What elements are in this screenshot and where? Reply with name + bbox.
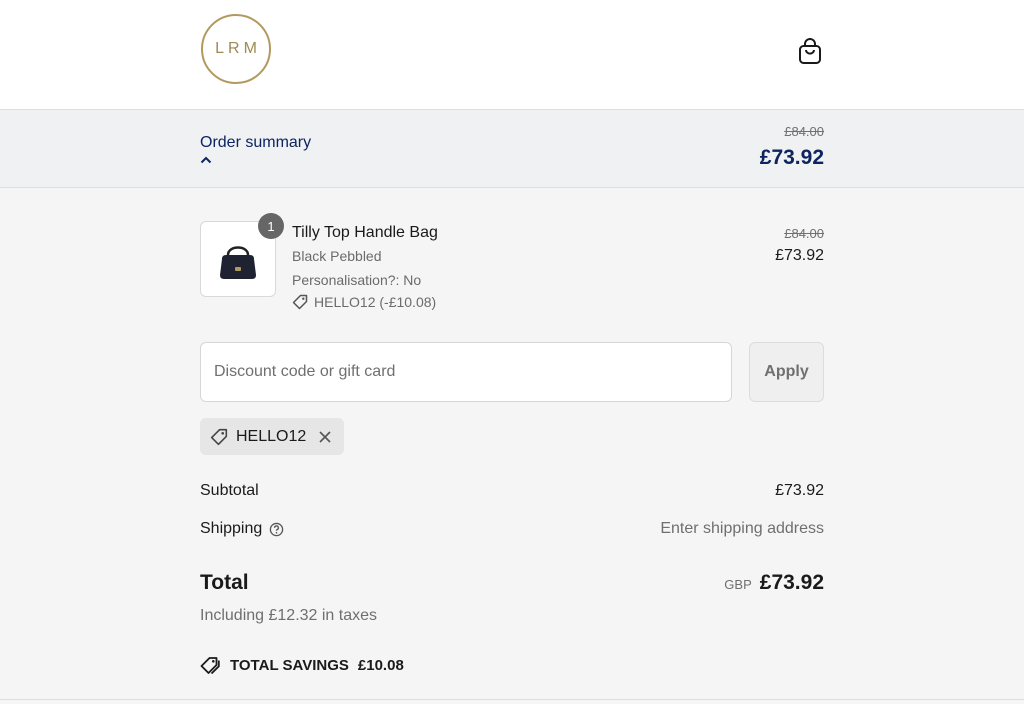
quantity-badge: 1 — [258, 213, 284, 239]
product-personalisation: Personalisation?: No — [292, 272, 422, 288]
close-icon — [319, 430, 331, 443]
chevron-up-icon — [200, 156, 212, 164]
product-price: £73.92 — [775, 247, 824, 264]
apply-button[interactable]: Apply — [749, 342, 824, 402]
total-label: Total — [200, 571, 249, 594]
order-summary-toggle[interactable]: Order summary — [200, 134, 311, 164]
summary-original-price: £84.00 — [784, 124, 824, 139]
total-currency: GBP — [724, 577, 752, 592]
total-value: £73.92 — [759, 571, 824, 594]
product-title: Tilly Top Handle Bag — [292, 224, 438, 241]
product-original-price: £84.00 — [784, 226, 824, 241]
question-circle-icon[interactable] — [269, 522, 284, 537]
applied-code-chip: HELLO12 — [200, 418, 344, 455]
product-discount-text: HELLO12 (-£10.08) — [314, 294, 437, 310]
total-savings-value: £10.08 — [357, 656, 404, 674]
product-discount: HELLO12 (-£10.08) — [292, 294, 436, 310]
site-header: LRM — [0, 0, 1024, 110]
total-amount-group: GBP £73.92 — [724, 571, 824, 595]
taxes-note: Including £12.32 in taxes — [200, 607, 378, 624]
shipping-value: Enter shipping address — [660, 520, 824, 537]
tags-icon — [200, 657, 220, 674]
subtotal-label: Subtotal — [200, 482, 259, 499]
brand-logo[interactable]: LRM — [201, 14, 271, 84]
discount-code-input[interactable] — [200, 342, 732, 402]
subtotal-value: £73.92 — [775, 482, 824, 499]
applied-code-text: HELLO12 — [236, 427, 307, 445]
shipping-label: Shipping — [200, 520, 263, 537]
order-summary-bar: Order summary £84.00 £73.92 — [0, 110, 1024, 188]
shipping-row: Shipping — [200, 520, 284, 538]
handbag-image — [220, 246, 256, 279]
product-variant: Black Pebbled — [292, 248, 382, 264]
divider — [0, 699, 1024, 700]
total-savings-label: TOTAL SAVINGS — [230, 656, 349, 674]
shopping-bag-icon[interactable] — [797, 37, 823, 65]
tag-icon — [292, 294, 308, 310]
summary-price: £73.92 — [759, 146, 824, 169]
order-summary-label: Order summary — [200, 134, 312, 151]
total-savings: TOTAL SAVINGS £10.08 — [200, 656, 404, 674]
remove-code-button[interactable] — [318, 430, 332, 444]
tag-icon — [210, 428, 228, 445]
